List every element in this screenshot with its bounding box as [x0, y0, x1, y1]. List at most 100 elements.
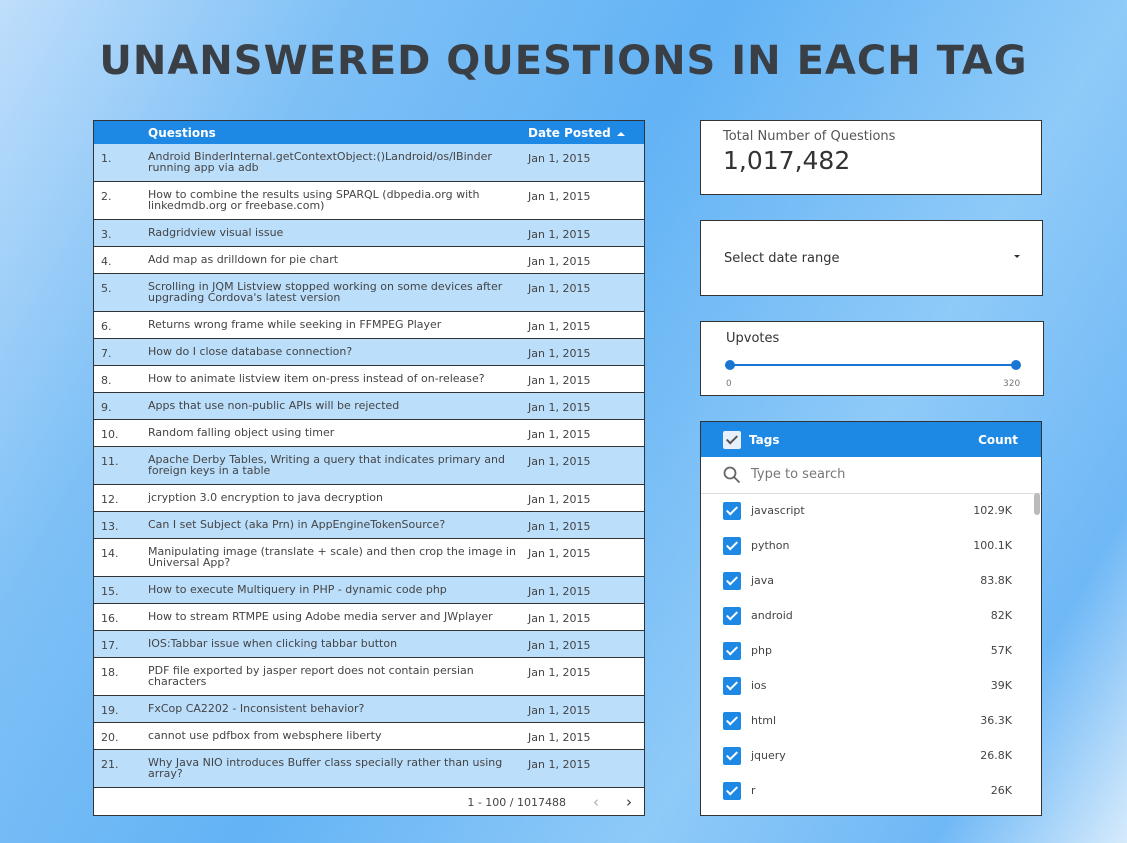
row-number: 7.: [101, 347, 112, 360]
row-number: 13.: [101, 520, 119, 533]
table-row[interactable]: 4. Add map as drilldown for pie chart Jan …: [94, 247, 644, 274]
tag-name: ios: [751, 679, 767, 692]
tag-checkbox[interactable]: [723, 502, 741, 520]
table-row[interactable]: 12. jcryption 3.0 encryption to java decr…: [94, 485, 644, 512]
table-row[interactable]: 16. How to stream RTMPE using Adobe media…: [94, 604, 644, 631]
table-row[interactable]: 1. Android BinderInternal.getContextObjec…: [94, 144, 644, 182]
row-number: 11.: [101, 455, 119, 468]
question-title: cannot use pdfbox from websphere liberty: [148, 729, 382, 742]
tag-item[interactable]: python 100.1K: [701, 529, 1041, 564]
table-row[interactable]: 5. Scrolling in JQM Listview stopped work…: [94, 274, 644, 312]
question-title: How to stream RTMPE using Adobe media se…: [148, 610, 493, 623]
tag-checkbox[interactable]: [723, 607, 741, 625]
table-row[interactable]: 9. Apps that use non-public APIs will be …: [94, 393, 644, 420]
question-title: Random falling object using timer: [148, 426, 335, 439]
sort-ascending-icon: [616, 131, 625, 136]
tag-list-scrollbar[interactable]: [1034, 493, 1040, 515]
table-row[interactable]: 10. Random falling object using timer Jan …: [94, 420, 644, 447]
question-title: How to execute Multiquery in PHP - dynam…: [148, 583, 447, 596]
table-row[interactable]: 7. How do I close database connection? Jan…: [94, 339, 644, 366]
table-row[interactable]: 21. Why Java NIO introduces Buffer class …: [94, 750, 644, 788]
table-pagination: 1 - 100 / 1017488 ‹ ›: [94, 791, 644, 815]
question-title: Apache Derby Tables, Writing a query tha…: [148, 453, 505, 477]
column-header-date-posted[interactable]: Date Posted: [528, 126, 625, 140]
tag-item[interactable]: php 57K: [701, 634, 1041, 669]
table-row[interactable]: 14. Manipulating image (translate + scale…: [94, 539, 644, 577]
table-row[interactable]: 17. IOS:Tabbar issue when clicking tabbar…: [94, 631, 644, 658]
date-posted: Jan 1, 2015: [528, 320, 591, 333]
tag-checkbox[interactable]: [723, 537, 741, 555]
row-number: 17.: [101, 639, 119, 652]
table-row[interactable]: 8. How to animate listview item on-press …: [94, 366, 644, 393]
tag-item[interactable]: ios 39K: [701, 669, 1041, 704]
date-posted: Jan 1, 2015: [528, 639, 591, 652]
tag-name: php: [751, 644, 772, 657]
tag-name: r: [751, 784, 756, 797]
table-body: 1. Android BinderInternal.getContextObjec…: [94, 144, 644, 788]
column-header-date-label: Date Posted: [528, 126, 611, 140]
table-row[interactable]: 2. How to combine the results using SPARQ…: [94, 182, 644, 220]
table-row[interactable]: 11. Apache Derby Tables, Writing a query …: [94, 447, 644, 485]
row-number: 9.: [101, 401, 112, 414]
tag-list: javascript 102.9K python 100.1K java 83.8K and…: [701, 494, 1041, 809]
upvotes-slider-control: Upvotes 0 320: [700, 321, 1044, 396]
question-title: Can I set Subject (aka Prn) in AppEngine…: [148, 518, 446, 531]
tag-count: 39K: [990, 679, 1012, 692]
tag-item[interactable]: jquery 26.8K: [701, 739, 1041, 774]
tag-checkbox[interactable]: [723, 747, 741, 765]
question-title: Manipulating image (translate + scale) a…: [148, 545, 516, 569]
tag-checkbox[interactable]: [723, 572, 741, 590]
tag-checkbox[interactable]: [723, 677, 741, 695]
slider-min-value: 0: [726, 379, 732, 389]
select-all-checkbox[interactable]: [723, 431, 741, 449]
tag-count: 82K: [990, 609, 1012, 622]
slider-track[interactable]: [730, 364, 1016, 366]
column-header-questions[interactable]: Questions: [148, 126, 216, 140]
tag-item[interactable]: r 26K: [701, 774, 1041, 809]
table-row[interactable]: 15. How to execute Multiquery in PHP - dy…: [94, 577, 644, 604]
tag-item[interactable]: android 82K: [701, 599, 1041, 634]
question-title: Radgridview visual issue: [148, 226, 284, 239]
dropdown-caret-icon: [1014, 255, 1020, 258]
table-row[interactable]: 18. PDF file exported by jasper report do…: [94, 658, 644, 696]
table-row[interactable]: 3. Radgridview visual issue Jan 1, 2015: [94, 220, 644, 247]
row-number: 6.: [101, 320, 112, 333]
tag-checkbox[interactable]: [723, 642, 741, 660]
table-row[interactable]: 6. Returns wrong frame while seeking in F…: [94, 312, 644, 339]
table-row[interactable]: 13. Can I set Subject (aka Prn) in AppEng…: [94, 512, 644, 539]
row-number: 21.: [101, 758, 119, 771]
date-posted: Jan 1, 2015: [528, 666, 591, 679]
tag-count: 26K: [990, 784, 1012, 797]
pagination-range: 1 - 100 / 1017488: [467, 796, 566, 809]
date-posted: Jan 1, 2015: [528, 255, 591, 268]
row-number: 5.: [101, 282, 112, 295]
slider-max-handle[interactable]: [1011, 360, 1021, 370]
date-posted: Jan 1, 2015: [528, 731, 591, 744]
row-number: 8.: [101, 374, 112, 387]
row-number: 16.: [101, 612, 119, 625]
row-number: 1.: [101, 152, 112, 165]
tag-count: 102.9K: [973, 504, 1012, 517]
row-number: 4.: [101, 255, 112, 268]
tag-item[interactable]: javascript 102.9K: [701, 494, 1041, 529]
date-posted: Jan 1, 2015: [528, 152, 591, 165]
previous-page-icon[interactable]: ‹: [593, 793, 599, 811]
tags-header-label: Tags: [749, 433, 780, 447]
question-title: jcryption 3.0 encryption to java decrypt…: [148, 491, 384, 504]
question-title: IOS:Tabbar issue when clicking tabbar bu…: [148, 637, 398, 650]
tag-search-input[interactable]: Type to search: [701, 457, 1041, 494]
table-row[interactable]: 20. cannot use pdfbox from websphere libe…: [94, 723, 644, 750]
tag-item[interactable]: java 83.8K: [701, 564, 1041, 599]
date-range-control[interactable]: Select date range: [700, 220, 1043, 296]
tags-filter-control: Tags Count Type to search javascript 102.…: [700, 421, 1042, 816]
tag-checkbox[interactable]: [723, 712, 741, 730]
date-posted: Jan 1, 2015: [528, 704, 591, 717]
next-page-icon[interactable]: ›: [626, 793, 632, 811]
scorecard-label: Total Number of Questions: [723, 129, 896, 144]
table-row[interactable]: 19. FxCop CA2202 - Inconsistent behavior?…: [94, 696, 644, 723]
tag-checkbox[interactable]: [723, 782, 741, 800]
row-number: 18.: [101, 666, 119, 679]
tag-item[interactable]: html 36.3K: [701, 704, 1041, 739]
question-title: How to combine the results using SPARQL …: [148, 188, 480, 212]
slider-min-handle[interactable]: [725, 360, 735, 370]
